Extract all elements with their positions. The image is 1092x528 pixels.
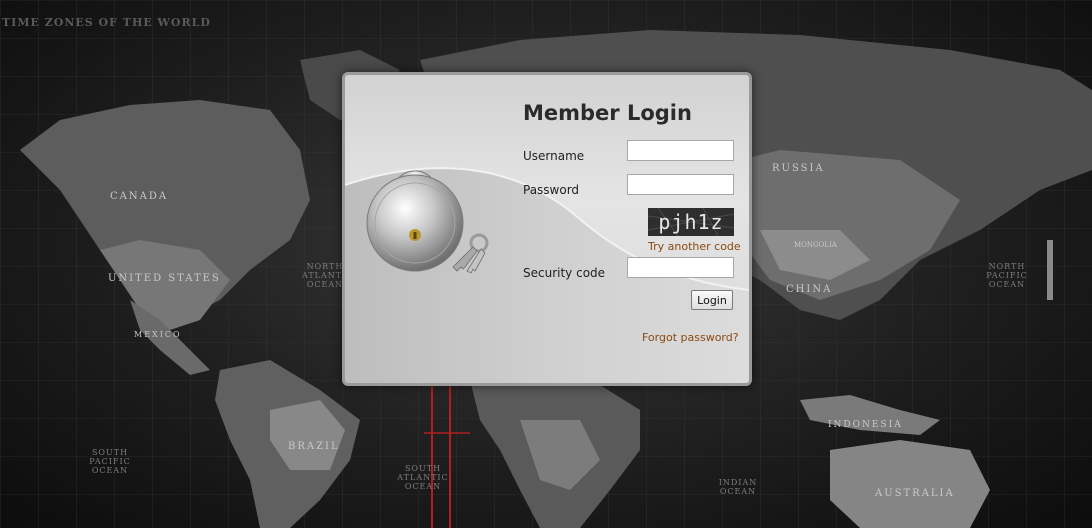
padlock-icon (357, 159, 497, 277)
username-input[interactable] (627, 140, 734, 161)
map-label-indonesia: INDONESIA (828, 420, 903, 430)
map-label-china: CHINA (786, 284, 833, 295)
map-label-north-pacific: NORTH PACIFIC OCEAN (986, 262, 1028, 289)
map-label-united-states: UNITED STATES (108, 273, 221, 284)
map-title: TIME ZONES OF THE WORLD (2, 16, 211, 29)
map-label-brazil: BRAZIL (288, 441, 340, 452)
map-label-south-atlantic: SOUTH ATLANTIC OCEAN (397, 464, 449, 491)
page-title: Member Login (523, 101, 692, 125)
try-another-code-link[interactable]: Try another code (648, 240, 741, 253)
map-label-mongolia: MONGOLIA (794, 241, 837, 249)
password-label: Password (523, 183, 580, 197)
forgot-password-link[interactable]: Forgot password? (642, 331, 739, 344)
security-code-input[interactable] (627, 257, 734, 278)
captcha-image: pjh1z (648, 208, 734, 236)
security-code-label: Security code (523, 266, 606, 280)
map-label-russia: RUSSIA (772, 163, 825, 174)
map-label-south-pacific: SOUTH PACIFIC OCEAN (89, 448, 131, 475)
login-panel: Member Login Username Password pjh1z Try… (342, 72, 752, 386)
username-label: Username (523, 149, 585, 163)
password-input[interactable] (627, 174, 734, 195)
captcha-text: pjh1z (658, 210, 724, 234)
map-label-mexico: MEXICO (134, 330, 182, 339)
login-button[interactable]: Login (691, 290, 733, 310)
map-label-canada: CANADA (110, 191, 169, 202)
map-label-indian-ocean: INDIAN OCEAN (718, 478, 758, 496)
map-label-australia: AUSTRALIA (875, 488, 955, 499)
